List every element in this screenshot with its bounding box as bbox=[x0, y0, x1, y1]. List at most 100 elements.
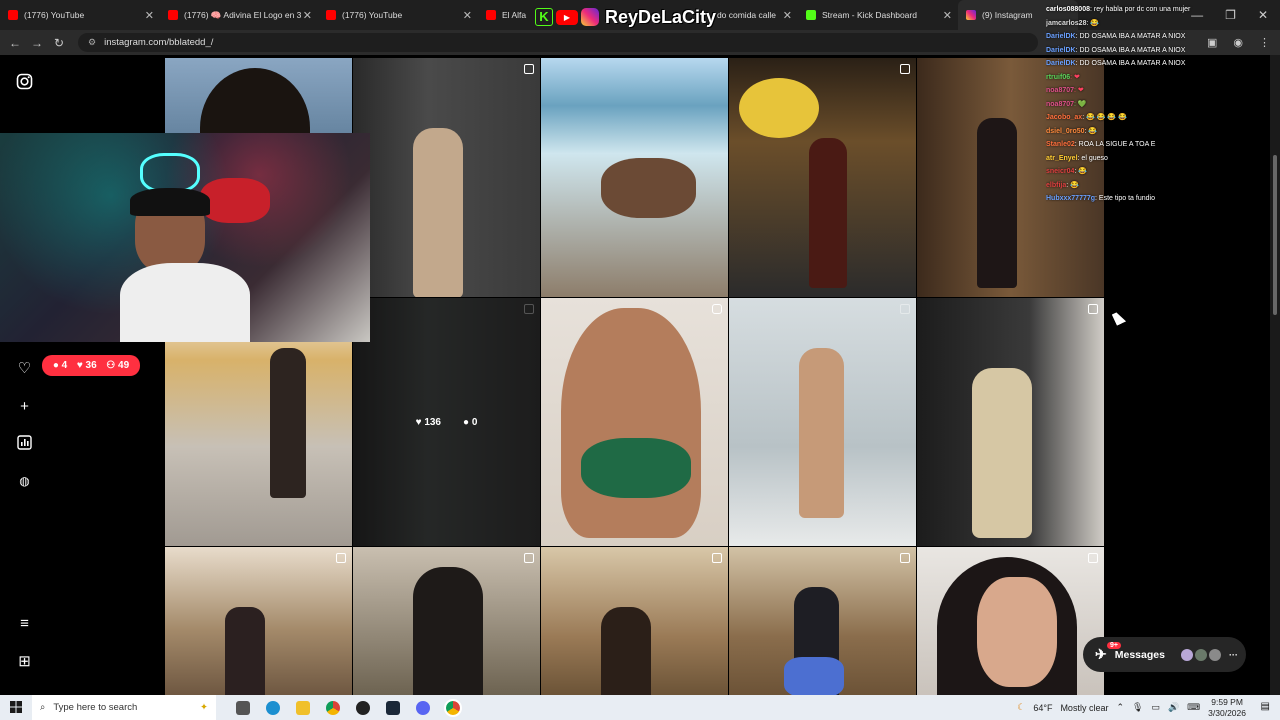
multi-post-icon bbox=[1088, 553, 1098, 563]
tab-title: do comida calle bbox=[716, 10, 776, 20]
keyboard-icon[interactable]: ⌨ bbox=[1187, 702, 1200, 713]
close-icon[interactable]: ✕ bbox=[145, 9, 154, 22]
also-from-meta-icon[interactable]: ⊞ bbox=[16, 653, 33, 670]
avatar bbox=[1194, 648, 1207, 661]
chat-message: jamcarlos28: 😂 bbox=[1046, 19, 1100, 27]
post-thumbnail[interactable] bbox=[353, 547, 540, 697]
back-icon[interactable]: ← bbox=[4, 36, 26, 50]
chat-message: carlos088008: rey habla por dc con una m… bbox=[1046, 6, 1191, 13]
page-scrollbar[interactable] bbox=[1270, 55, 1280, 695]
mic-icon[interactable]: 🎙 bbox=[1132, 702, 1143, 713]
clock[interactable]: 9:59 PM 3/30/2026 bbox=[1208, 697, 1246, 719]
close-icon[interactable]: ✕ bbox=[463, 9, 472, 22]
avatar bbox=[1208, 648, 1221, 661]
file-explorer-icon[interactable] bbox=[296, 700, 310, 715]
streamer-hair bbox=[130, 188, 210, 216]
chat-message: DarielDK: DD OSAMA IBA A MATAR A NIOX bbox=[1046, 33, 1186, 40]
photo-subject bbox=[413, 128, 463, 297]
browser-tab[interactable]: (1776) YouTube ✕ bbox=[318, 0, 478, 30]
tray-chevron-icon[interactable]: ⌃ bbox=[1116, 702, 1124, 713]
network-icon[interactable]: ▭ bbox=[1151, 702, 1160, 713]
activity-notification-badge[interactable]: ● 4 ♥ 36 ⚇ 49 bbox=[42, 355, 140, 376]
browser-tab[interactable]: (1776) YouTube ✕ bbox=[0, 0, 160, 30]
messages-button[interactable]: ✈ 9+ Messages ··· bbox=[1083, 637, 1246, 672]
tab-title: (1776) 🧠 Adivina El Logo en 3 bbox=[184, 9, 302, 20]
post-thumbnail[interactable] bbox=[729, 547, 916, 697]
avatar bbox=[1180, 648, 1193, 661]
chrome-active-icon[interactable] bbox=[444, 698, 462, 717]
edge-icon[interactable] bbox=[266, 700, 280, 715]
chat-message: rtruif06: ❤ bbox=[1046, 73, 1080, 81]
site-info-icon[interactable]: ⚙ bbox=[88, 37, 96, 48]
weather-temp[interactable]: 64°F bbox=[1033, 703, 1052, 713]
close-icon[interactable]: ✕ bbox=[303, 9, 312, 22]
scrollbar-thumb[interactable] bbox=[1273, 155, 1277, 315]
follows-count: ⚇ 49 bbox=[106, 360, 130, 371]
windows-start-icon[interactable] bbox=[10, 701, 22, 716]
more-icon[interactable]: ··· bbox=[1229, 650, 1238, 660]
chat-message: elbfija: 😂 bbox=[1046, 181, 1079, 189]
taskbar-search[interactable]: ⌕ Type here to search ✦ bbox=[32, 695, 216, 720]
volume-icon[interactable]: 🔊 bbox=[1168, 702, 1179, 713]
steam-icon[interactable] bbox=[386, 700, 400, 715]
address-bar[interactable]: ⚙ instagram.com/bblatedd_/ bbox=[78, 33, 1038, 52]
post-thumbnail[interactable] bbox=[541, 298, 728, 546]
reload-icon[interactable]: ↻ bbox=[48, 36, 70, 50]
instagram-logo-icon[interactable] bbox=[16, 73, 33, 90]
post-thumbnail[interactable] bbox=[541, 547, 728, 697]
chat-message: DarielDK: DD OSAMA IBA A MATAR A NIOX bbox=[1046, 46, 1186, 54]
photo-subject bbox=[413, 567, 483, 697]
chat-message: sneicr04: 😂 bbox=[1046, 168, 1088, 175]
task-view-icon[interactable] bbox=[236, 700, 250, 715]
post-thumbnail[interactable] bbox=[917, 298, 1104, 546]
more-menu-icon[interactable]: ≡ bbox=[16, 615, 33, 632]
multi-post-icon bbox=[524, 553, 534, 563]
discord-icon[interactable] bbox=[416, 700, 430, 715]
chrome-icon[interactable] bbox=[326, 700, 340, 715]
close-icon[interactable]: ✕ bbox=[943, 9, 952, 22]
browser-tab[interactable]: El Alfa bbox=[478, 0, 528, 30]
post-thumbnail[interactable]: ♥ 136 ● 0 bbox=[353, 298, 540, 546]
post-thumbnail[interactable] bbox=[353, 58, 540, 297]
photo-subject bbox=[561, 308, 701, 538]
photo-swimwear bbox=[581, 438, 691, 498]
forward-icon[interactable]: → bbox=[26, 36, 48, 50]
notification-center-icon[interactable]: ▤ bbox=[1261, 701, 1270, 712]
chat-message: atr_Enyel: el gueso bbox=[1046, 154, 1108, 162]
post-thumbnail[interactable] bbox=[917, 547, 1104, 697]
post-thumbnail[interactable] bbox=[165, 547, 352, 697]
multi-post-icon bbox=[336, 553, 346, 563]
messenger-icon: ✈ bbox=[1095, 646, 1107, 662]
profile-avatar[interactable]: ◍ bbox=[16, 473, 33, 490]
post-thumbnail[interactable] bbox=[541, 58, 728, 297]
photo-subject bbox=[225, 607, 265, 697]
post-thumbnail[interactable] bbox=[729, 298, 916, 546]
photo-subject bbox=[799, 348, 844, 518]
tab-title: El Alfa bbox=[502, 10, 527, 20]
obs-icon[interactable] bbox=[356, 700, 370, 715]
photo-subject bbox=[601, 607, 651, 697]
youtube-icon bbox=[326, 10, 336, 20]
close-icon[interactable]: ✕ bbox=[783, 9, 792, 22]
kick-icon bbox=[806, 10, 816, 20]
browser-tab[interactable]: (1776) 🧠 Adivina El Logo en 3 ✕ bbox=[160, 0, 318, 30]
browser-tab[interactable]: Stream - Kick Dashboard ✕ bbox=[798, 0, 958, 30]
clock-time: 9:59 PM bbox=[1211, 696, 1243, 707]
multi-post-icon bbox=[524, 64, 534, 74]
weather-text[interactable]: Mostly clear bbox=[1060, 703, 1108, 713]
post-hover-stats: ♥ 136 ● 0 bbox=[353, 298, 540, 546]
post-thumbnail[interactable] bbox=[729, 58, 916, 297]
photo-subject bbox=[977, 118, 1017, 288]
likes-count: ♥ 36 bbox=[76, 360, 97, 371]
create-plus-icon[interactable]: + bbox=[16, 398, 33, 415]
instagram-icon bbox=[966, 10, 976, 20]
multi-post-icon bbox=[900, 64, 910, 74]
multi-post-icon bbox=[712, 553, 722, 563]
likes-stat: ♥ 136 bbox=[415, 416, 441, 428]
heart-icon[interactable]: ♡ bbox=[16, 360, 33, 377]
comments-count: ● 4 bbox=[52, 360, 68, 371]
brand-name: ReyDeLaCity bbox=[605, 6, 717, 27]
chat-message: noa8707: 💚 bbox=[1046, 100, 1087, 108]
dashboard-icon[interactable] bbox=[16, 435, 33, 452]
search-placeholder: Type here to search bbox=[53, 702, 138, 713]
